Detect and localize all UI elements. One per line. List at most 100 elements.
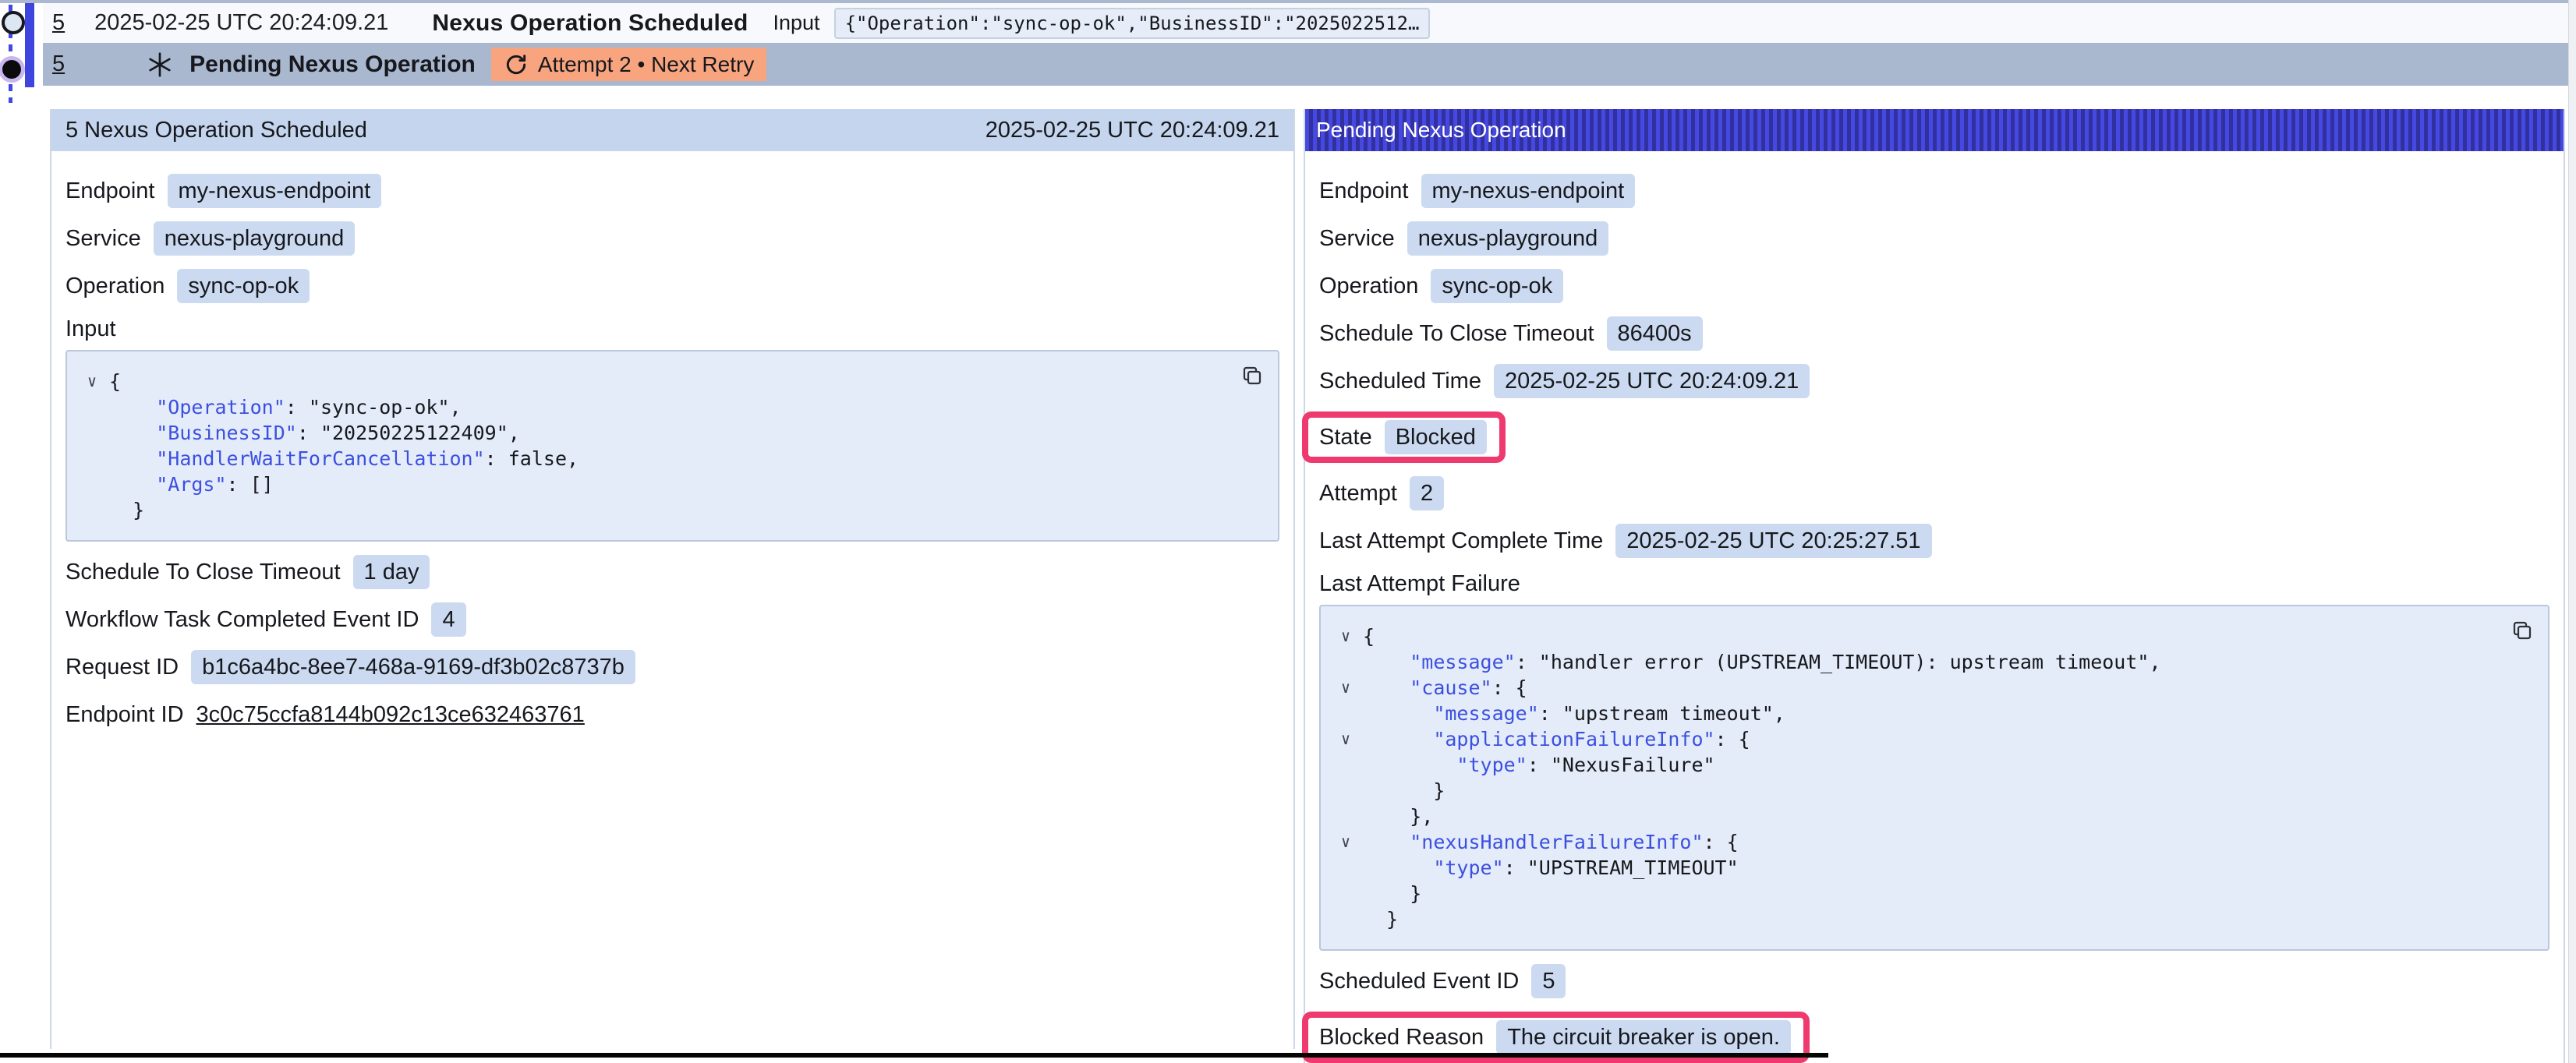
field-value-chip: 2	[1410, 476, 1444, 510]
event-id-link[interactable]: 5	[52, 10, 65, 36]
event-timestamp: 2025-02-25 UTC 20:24:09.21	[94, 10, 388, 36]
panel-nexus-operation-scheduled: 5 Nexus Operation Scheduled 2025-02-25 U…	[50, 109, 1295, 1049]
field-label: Schedule To Close Timeout	[65, 560, 341, 585]
timeline-node-filled-icon	[2, 60, 21, 79]
copy-button[interactable]	[1240, 364, 1264, 390]
field-label: Endpoint ID	[65, 702, 184, 728]
field-label: Service	[65, 226, 141, 252]
retry-badge-label: Attempt 2 • Next Retry	[538, 52, 754, 77]
field-request-id: Request ID b1c6a4bc-8ee7-468a-9169-df3b0…	[65, 650, 1279, 684]
input-json-label: Input	[65, 316, 1279, 342]
field-value-chip: sync-op-ok	[177, 269, 310, 303]
endpoint-id-link[interactable]: 3c0c75ccfa8144b092c13ce632463761	[196, 702, 585, 728]
collapse-chevron-icon[interactable]: ∨	[1341, 678, 1350, 697]
field-value-chip: 5	[1531, 964, 1566, 998]
failure-json-viewer: ∨{ "message": "handler error (UPSTREAM_T…	[1319, 605, 2549, 951]
json-code-line: ∨ "cause": {	[1329, 675, 2493, 701]
input-label: Input	[773, 11, 820, 35]
json-code-line: "message": "handler error (UPSTREAM_TIME…	[1329, 649, 2493, 675]
field-blocked-reason: Blocked Reason The circuit breaker is op…	[1319, 1020, 1791, 1054]
pending-event-title: Pending Nexus Operation	[189, 51, 476, 78]
event-row-nexus-operation-scheduled[interactable]: 5 2025-02-25 UTC 20:24:09.21 Nexus Opera…	[43, 3, 2570, 43]
field-schedule-to-close-timeout: Schedule To Close Timeout 1 day	[65, 555, 1279, 589]
field-label: Schedule To Close Timeout	[1319, 321, 1594, 347]
field-label: Operation	[65, 274, 165, 299]
bottom-window-edge	[0, 1053, 1828, 1058]
field-label: Endpoint	[1319, 178, 1409, 204]
field-value-chip: nexus-playground	[154, 221, 356, 256]
collapse-chevron-icon[interactable]: ∨	[1341, 832, 1350, 851]
field-value-chip: my-nexus-endpoint	[1421, 174, 1636, 208]
json-code-line: }	[75, 497, 1223, 523]
panel-header-pending: Pending Nexus Operation	[1305, 109, 2564, 151]
field-value-chip: b1c6a4bc-8ee7-468a-9169-df3b02c8737b	[191, 650, 635, 684]
copy-icon	[1240, 364, 1264, 387]
field-label: Request ID	[65, 655, 179, 680]
field-operation: Operation sync-op-ok	[1319, 269, 2549, 303]
timeline-node-open-icon	[2, 11, 25, 34]
json-code-line: "type": "NexusFailure"	[1329, 752, 2493, 778]
field-attempt: Attempt 2	[1319, 476, 2549, 510]
copy-button[interactable]	[2511, 619, 2534, 645]
field-service: Service nexus-playground	[65, 221, 1279, 256]
field-value-chip: 2025-02-25 UTC 20:25:27.51	[1615, 524, 1931, 558]
json-code-line: "Args": []	[75, 471, 1223, 497]
panel-title: Pending Nexus Operation	[1316, 118, 1566, 143]
event-history-screen: 5 2025-02-25 UTC 20:24:09.21 Nexus Opera…	[0, 0, 2576, 1063]
panel-pending-nexus-operation: Pending Nexus Operation Endpoint my-nexu…	[1304, 109, 2565, 1063]
field-value-chip: nexus-playground	[1407, 221, 1609, 256]
event-id-link[interactable]: 5	[52, 51, 65, 77]
field-workflow-task-completed-event-id: Workflow Task Completed Event ID 4	[65, 602, 1279, 637]
field-schedule-to-close-timeout: Schedule To Close Timeout 86400s	[1319, 316, 2549, 351]
json-code: ∨{ "message": "handler error (UPSTREAM_T…	[1329, 623, 2493, 932]
json-code-line: ∨ "nexusHandlerFailureInfo": {	[1329, 829, 2493, 855]
json-code-line: ∨{	[75, 369, 1223, 394]
field-value-chip: sync-op-ok	[1431, 269, 1563, 303]
input-preview-chip: {"Operation":"sync-op-ok","BusinessID":"…	[834, 8, 1431, 39]
field-label: Endpoint	[65, 178, 155, 204]
field-label: State	[1319, 425, 1372, 450]
state-annotation-box: State Blocked	[1302, 411, 1506, 463]
field-label: Operation	[1319, 274, 1418, 299]
json-code-line: }	[1329, 778, 2493, 803]
field-label: Blocked Reason	[1319, 1025, 1484, 1051]
json-code-line: },	[1329, 803, 2493, 829]
field-label: Last Attempt Complete Time	[1319, 528, 1603, 554]
field-label: Service	[1319, 226, 1395, 252]
nexus-star-icon	[146, 51, 174, 79]
event-row-pending-nexus-operation[interactable]: 5 Pending Nexus Operation Attempt 2 • Ne…	[43, 43, 2570, 86]
json-code-line: "HandlerWaitForCancellation": false,	[75, 446, 1223, 471]
field-value-chip: 86400s	[1607, 316, 1703, 351]
collapse-chevron-icon[interactable]: ∨	[1341, 729, 1350, 748]
panel-timestamp: 2025-02-25 UTC 20:24:09.21	[985, 118, 1279, 143]
json-code-line: ∨{	[1329, 623, 2493, 649]
json-code-line: "type": "UPSTREAM_TIMEOUT"	[1329, 855, 2493, 881]
retry-attempt-badge: Attempt 2 • Next Retry	[491, 48, 766, 81]
collapse-chevron-icon[interactable]: ∨	[87, 372, 97, 390]
panel-header-scheduled: 5 Nexus Operation Scheduled 2025-02-25 U…	[51, 109, 1293, 151]
field-endpoint: Endpoint my-nexus-endpoint	[65, 174, 1279, 208]
field-label: Scheduled Time	[1319, 369, 1481, 394]
field-value-chip: The circuit breaker is open.	[1496, 1020, 1791, 1054]
json-code-line: "Operation": "sync-op-ok",	[75, 394, 1223, 420]
json-code-line: }	[1329, 881, 2493, 906]
field-endpoint: Endpoint my-nexus-endpoint	[1319, 174, 2549, 208]
json-code-line: }	[1329, 906, 2493, 932]
field-value-chip: Blocked	[1385, 420, 1487, 454]
retry-icon	[504, 52, 529, 77]
scrollbar-track[interactable]	[2568, 0, 2576, 1063]
event-title: Nexus Operation Scheduled	[432, 10, 748, 37]
field-label: Attempt	[1319, 481, 1397, 507]
field-value-chip: my-nexus-endpoint	[168, 174, 382, 208]
json-code-line: ∨ "applicationFailureInfo": {	[1329, 726, 2493, 752]
collapse-chevron-icon[interactable]: ∨	[1341, 627, 1350, 645]
field-label: Workflow Task Completed Event ID	[65, 607, 419, 633]
last-attempt-failure-label: Last Attempt Failure	[1319, 571, 2549, 597]
json-code-line: "message": "upstream timeout",	[1329, 701, 2493, 726]
field-scheduled-event-id: Scheduled Event ID 5	[1319, 964, 2549, 998]
timeline-active-bar	[25, 3, 34, 87]
field-service: Service nexus-playground	[1319, 221, 2549, 256]
field-value-chip: 1 day	[353, 555, 430, 589]
copy-icon	[2511, 619, 2534, 642]
field-operation: Operation sync-op-ok	[65, 269, 1279, 303]
